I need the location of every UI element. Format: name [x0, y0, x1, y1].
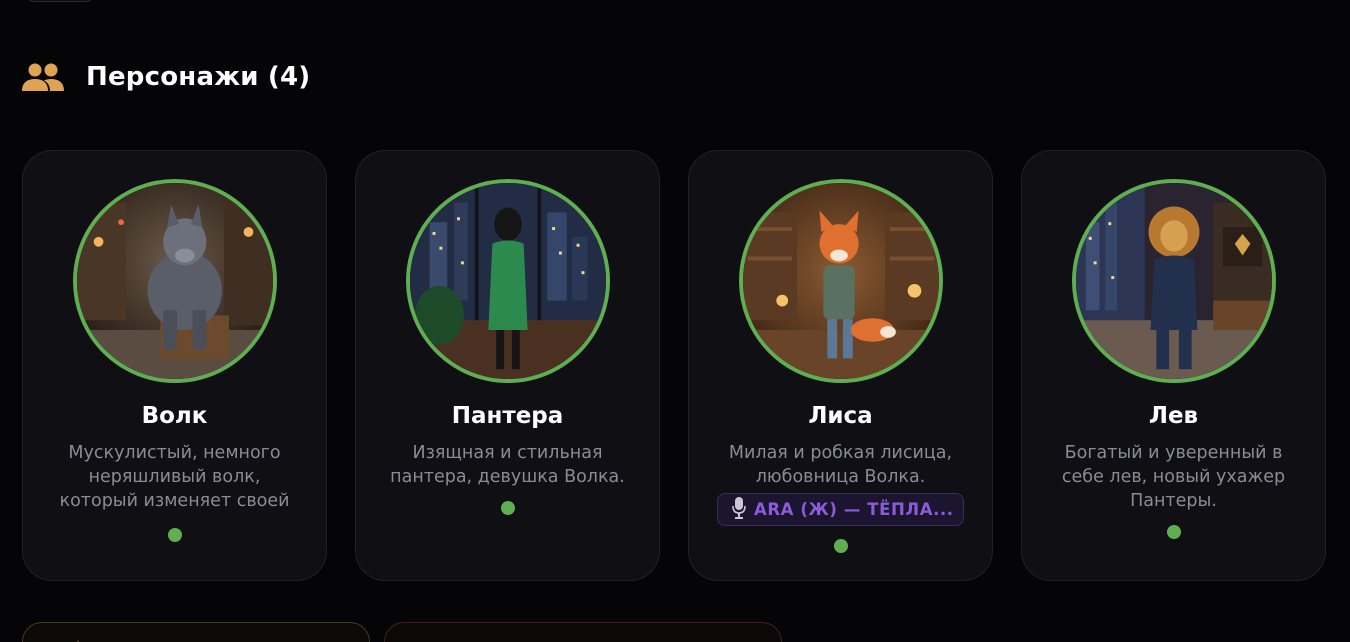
wolf-portrait [76, 183, 273, 379]
status-dot [167, 528, 182, 542]
section-title: Персонажи (4) [86, 62, 311, 92]
characters-section-header: Персонажи (4) [22, 62, 310, 92]
character-name: Лев [1148, 403, 1199, 429]
microphone-icon [732, 496, 746, 523]
avatar [1071, 179, 1276, 383]
avatar [72, 179, 277, 383]
star-icon [67, 637, 89, 642]
panther-portrait [409, 183, 606, 379]
voice-badge[interactable]: ARA (Ж) — ТЁПЛА... [717, 493, 964, 526]
fox-portrait [742, 183, 939, 379]
character-card-lion[interactable]: Лев Богатый и уверенный в себе лев, новы… [1021, 150, 1326, 581]
character-description: Богатый и уверенный в себе лев, новый ух… [1061, 443, 1286, 511]
status-dot [833, 539, 848, 553]
avatar [738, 179, 943, 383]
voice-label: ARA (Ж) — ТЁПЛА... [754, 500, 954, 519]
lion-portrait [1075, 183, 1272, 379]
bottom-action-pill-1[interactable] [22, 622, 370, 642]
character-card-wolf[interactable]: Волк Мускулистый, немного неряшливый вол… [22, 150, 327, 581]
people-icon [22, 62, 64, 92]
character-name: Пантера [451, 403, 564, 429]
status-dot [1166, 525, 1181, 539]
status-dot [500, 501, 515, 515]
character-name: Лиса [808, 403, 873, 429]
character-card-fox[interactable]: Лиса Милая и робкая лисица, любовница Во… [688, 150, 993, 581]
top-control-pill[interactable] [24, 0, 96, 2]
character-name: Волк [141, 403, 208, 429]
calendar-icon [417, 637, 439, 642]
avatar [405, 179, 610, 383]
bottom-action-pill-2[interactable] [384, 622, 782, 642]
character-card-panther[interactable]: Пантера Изящная и стильная пантера, деву… [355, 150, 660, 581]
character-description: Мускулистый, немного неряшливый волк, ко… [59, 443, 290, 511]
